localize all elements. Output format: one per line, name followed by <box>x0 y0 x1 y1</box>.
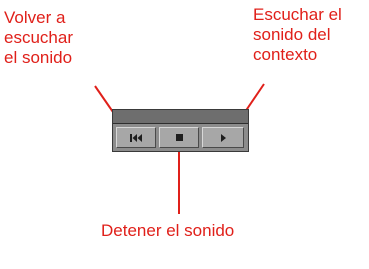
rewind-to-start-button[interactable] <box>116 127 156 148</box>
stop-button[interactable] <box>159 127 199 148</box>
sound-player <box>112 109 249 152</box>
play-icon <box>220 133 226 142</box>
skip-back-icon <box>130 133 142 142</box>
player-title-bar <box>113 110 248 124</box>
play-button[interactable] <box>202 127 244 148</box>
stop-icon <box>175 134 183 141</box>
